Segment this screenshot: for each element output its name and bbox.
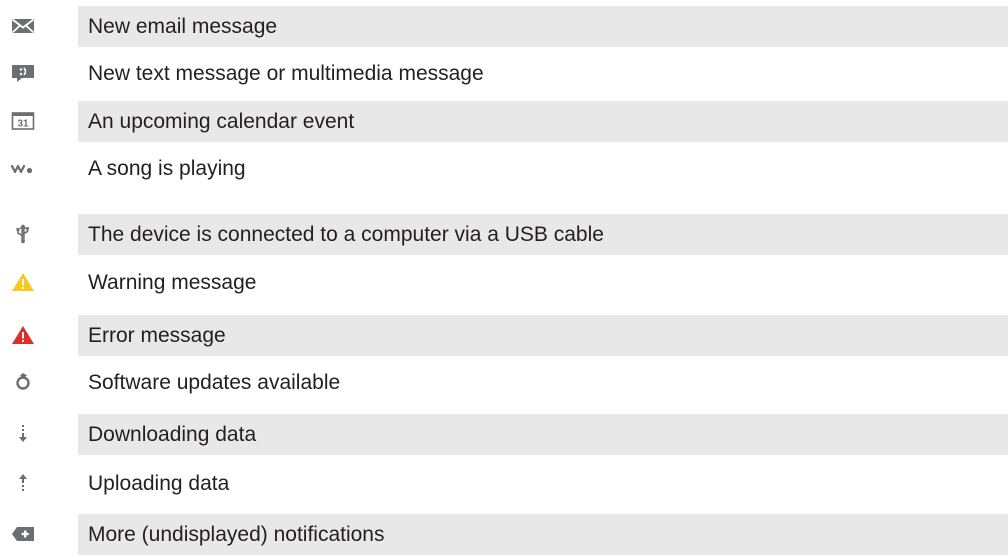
notification-label: Downloading data	[88, 423, 257, 446]
label-cell: New email message	[78, 6, 1008, 47]
icon-cell	[0, 214, 78, 255]
table-row: New text message or multimedia message	[0, 53, 1008, 94]
notification-label: New text message or multimedia message	[88, 62, 484, 85]
notification-label: New email message	[88, 15, 278, 38]
walkman-music-icon	[11, 158, 35, 178]
email-envelope-icon	[11, 16, 35, 36]
notification-label: Uploading data	[88, 472, 230, 495]
notification-label: The device is connected to a computer vi…	[88, 223, 604, 246]
label-cell: Downloading data	[78, 414, 1008, 455]
table-row: Downloading data	[0, 414, 1008, 455]
icon-cell	[0, 6, 78, 47]
label-cell: An upcoming calendar event	[78, 101, 1008, 142]
notification-label: Error message	[88, 324, 226, 347]
table-row: Warning message	[0, 262, 1008, 303]
calendar-31-icon: 31	[11, 111, 35, 131]
label-cell: More (undisplayed) notifications	[78, 514, 1008, 555]
label-cell: Software updates available	[78, 362, 1008, 403]
table-row: Error message	[0, 315, 1008, 356]
icon-cell	[0, 514, 78, 555]
icon-cell	[0, 362, 78, 403]
label-cell: The device is connected to a computer vi…	[78, 214, 1008, 255]
notification-label: More (undisplayed) notifications	[88, 523, 385, 546]
label-cell: Uploading data	[78, 463, 1008, 504]
label-cell: A song is playing	[78, 148, 1008, 189]
notification-label: Warning message	[88, 271, 257, 294]
table-row: 31 An upcoming calendar event	[0, 101, 1008, 142]
icon-cell	[0, 262, 78, 303]
icon-cell	[0, 53, 78, 94]
warning-triangle-icon	[11, 272, 35, 292]
icon-cell	[0, 148, 78, 189]
svg-text:31: 31	[17, 119, 29, 130]
table-row: Uploading data	[0, 463, 1008, 504]
notification-label: An upcoming calendar event	[88, 110, 355, 133]
table-row: New email message	[0, 6, 1008, 47]
table-row: The device is connected to a computer vi…	[0, 214, 1008, 255]
label-cell: Warning message	[78, 262, 1008, 303]
download-arrow-icon	[11, 424, 35, 444]
icon-cell: 31	[0, 101, 78, 142]
notification-label: A song is playing	[88, 157, 246, 180]
table-row: More (undisplayed) notifications	[0, 514, 1008, 555]
upload-arrow-icon	[11, 473, 35, 493]
software-update-icon	[11, 372, 35, 392]
table-row: Software updates available	[0, 362, 1008, 403]
icon-cell	[0, 463, 78, 504]
more-notifications-icon	[11, 524, 35, 544]
notification-icon-table: New email message New text message or mu…	[0, 0, 1008, 557]
label-cell: Error message	[78, 315, 1008, 356]
error-triangle-icon	[11, 325, 35, 345]
label-cell: New text message or multimedia message	[78, 53, 1008, 94]
table-row: A song is playing	[0, 148, 1008, 189]
icon-cell	[0, 315, 78, 356]
notification-label: Software updates available	[88, 371, 341, 394]
usb-icon	[11, 224, 35, 244]
text-message-bubble-icon	[11, 63, 35, 83]
icon-cell	[0, 414, 78, 455]
